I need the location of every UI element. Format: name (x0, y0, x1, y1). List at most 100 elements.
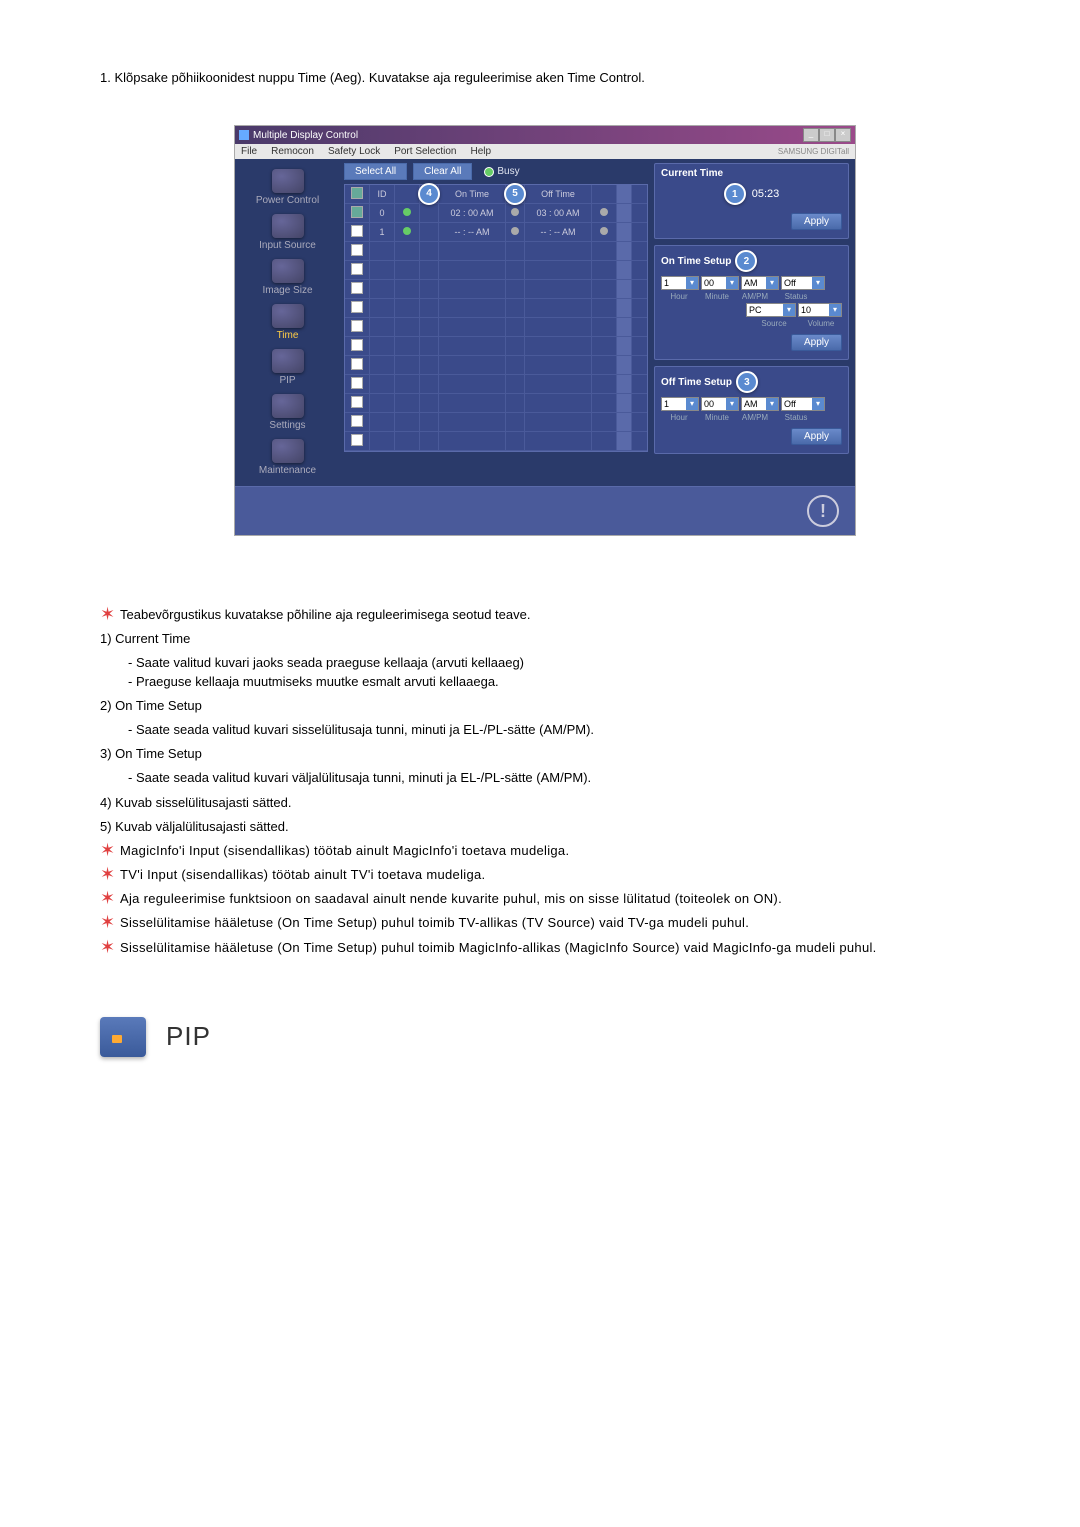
sidebar-item-pip[interactable]: PIP (235, 345, 340, 390)
titlebar: Multiple Display Control _ □ × (235, 126, 855, 144)
apply-off-time-button[interactable]: Apply (791, 428, 842, 445)
scrollbar[interactable] (617, 204, 632, 222)
chevron-down-icon: ▾ (726, 277, 738, 289)
off-time-section: Off Time Setup 3 1▾ 00▾ AM▾ Off▾ Hour Mi… (654, 366, 849, 454)
callout-2: 2 (735, 250, 757, 272)
table-row (345, 318, 647, 337)
sidebar-item-label: Maintenance (259, 465, 316, 476)
table-row (345, 375, 647, 394)
note-text: - Saate seada valitud kuvari väljalülitu… (128, 769, 990, 787)
sidebar-item-label: Power Control (256, 195, 319, 206)
menu-file[interactable]: File (241, 146, 257, 157)
menu-port-selection[interactable]: Port Selection (394, 146, 456, 157)
row-checkbox[interactable] (351, 206, 363, 218)
close-button[interactable]: × (835, 128, 851, 142)
select-all-button[interactable]: Select All (344, 163, 407, 180)
minute-label: Minute (699, 413, 735, 422)
row-checkbox[interactable] (351, 339, 363, 351)
menu-help[interactable]: Help (470, 146, 491, 157)
table-row[interactable]: 1 -- : -- AM -- : -- AM (345, 223, 647, 242)
volume-label: Volume (800, 319, 842, 328)
sidebar-item-label: Time (277, 330, 299, 341)
row-checkbox[interactable] (351, 301, 363, 313)
on-hour-select[interactable]: 1▾ (661, 276, 699, 290)
minimize-button[interactable]: _ (803, 128, 819, 142)
clear-all-button[interactable]: Clear All (413, 163, 472, 180)
sidebar-item-power[interactable]: Power Control (235, 165, 340, 210)
row-checkbox[interactable] (351, 244, 363, 256)
table-row (345, 299, 647, 318)
table-row (345, 413, 647, 432)
row-checkbox[interactable] (351, 263, 363, 275)
star-icon: ✶ (100, 606, 120, 622)
sidebar-item-label: Input Source (259, 240, 316, 251)
header-checkbox[interactable] (351, 187, 363, 199)
row-checkbox[interactable] (351, 377, 363, 389)
chevron-down-icon: ▾ (766, 277, 778, 289)
app-window: Multiple Display Control _ □ × File Remo… (234, 125, 856, 536)
maximize-button[interactable]: □ (819, 128, 835, 142)
status-led-icon (600, 208, 608, 216)
source-label: Source (750, 319, 798, 328)
instruction-text: 1. Klõpsake põhiikoonidest nuppu Time (A… (100, 70, 990, 85)
sidebar-item-settings[interactable]: Settings (235, 390, 340, 435)
row-checkbox[interactable] (351, 282, 363, 294)
on-source-select[interactable]: PC▾ (746, 303, 796, 317)
note-text: Sisselülitamise hääletuse (On Time Setup… (120, 914, 990, 932)
apply-on-time-button[interactable]: Apply (791, 334, 842, 351)
chevron-down-icon: ▾ (726, 398, 738, 410)
apply-current-time-button[interactable]: Apply (791, 213, 842, 230)
on-minute-select[interactable]: 00▾ (701, 276, 739, 290)
time-icon (272, 304, 304, 328)
row-checkbox[interactable] (351, 396, 363, 408)
menu-remocon[interactable]: Remocon (271, 146, 314, 157)
on-status-select[interactable]: Off▾ (781, 276, 825, 290)
pip-section-icon (100, 1017, 146, 1057)
note-text: - Saate seada valitud kuvari sisselülitu… (128, 721, 990, 739)
settings-icon (272, 394, 304, 418)
sidebar-item-time[interactable]: Time (235, 300, 340, 345)
sidebar-item-input[interactable]: Input Source (235, 210, 340, 255)
off-ampm-select[interactable]: AM▾ (741, 397, 779, 411)
off-minute-select[interactable]: 00▾ (701, 397, 739, 411)
table-row[interactable]: 0 02 : 00 AM 03 : 00 AM (345, 204, 647, 223)
note-text: MagicInfo'i Input (sisendallikas) töötab… (120, 842, 990, 860)
sidebar-item-maintenance[interactable]: Maintenance (235, 435, 340, 480)
status-led-icon (403, 208, 411, 216)
row-checkbox[interactable] (351, 225, 363, 237)
note-heading: 3) On Time Setup (100, 745, 990, 763)
cell-off-time: -- : -- AM (525, 223, 592, 241)
note-text: - Saate valitud kuvari jaoks seada praeg… (128, 654, 990, 672)
status-label: Status (775, 413, 817, 422)
status-led-icon (511, 208, 519, 216)
sidebar-item-label: Image Size (262, 285, 312, 296)
menu-safety-lock[interactable]: Safety Lock (328, 146, 380, 157)
power-icon (272, 169, 304, 193)
sidebar: Power Control Input Source Image Size Ti… (235, 159, 340, 486)
callout-3: 3 (736, 371, 758, 393)
ampm-label: AM/PM (737, 292, 773, 301)
app-icon (239, 130, 249, 140)
current-time-value: 05:23 (752, 188, 780, 200)
star-icon: ✶ (100, 866, 120, 882)
col-off-time: Off Time (525, 185, 592, 203)
off-hour-select[interactable]: 1▾ (661, 397, 699, 411)
on-volume-select[interactable]: 10▾ (798, 303, 842, 317)
scrollbar[interactable] (617, 223, 632, 241)
off-status-select[interactable]: Off▾ (781, 397, 825, 411)
menubar: File Remocon Safety Lock Port Selection … (235, 144, 855, 159)
col-on-time: On Time (439, 185, 506, 203)
callout-4: 4 (418, 183, 440, 205)
off-time-title: Off Time Setup (661, 377, 732, 388)
row-checkbox[interactable] (351, 320, 363, 332)
row-checkbox[interactable] (351, 358, 363, 370)
cell-id: 0 (370, 204, 395, 222)
sidebar-item-image-size[interactable]: Image Size (235, 255, 340, 300)
busy-indicator: Busy (484, 166, 519, 177)
on-ampm-select[interactable]: AM▾ (741, 276, 779, 290)
busy-dot-icon (484, 167, 494, 177)
row-checkbox[interactable] (351, 415, 363, 427)
note-text: - Praeguse kellaaja muutmiseks muutke es… (128, 673, 990, 691)
input-icon (272, 214, 304, 238)
row-checkbox[interactable] (351, 434, 363, 446)
